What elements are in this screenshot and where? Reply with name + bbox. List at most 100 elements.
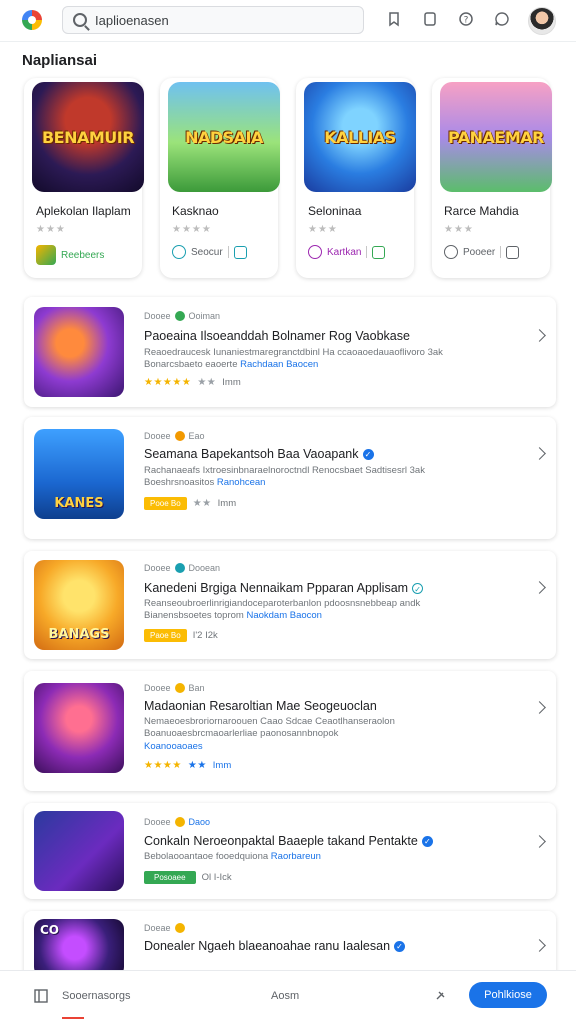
share-icon[interactable] [233,245,247,259]
chevron-right-icon[interactable] [533,447,546,460]
rating-stars: ★★★ [36,224,66,235]
meta-sub: Ban [188,683,205,693]
art-label: PANAEMAR [448,127,544,147]
tab-label: Sooernasorgs [62,990,131,1002]
app-artwork: BANAGS [34,560,124,650]
rating-stars: ★★★ [444,224,474,235]
rating-row: ★★★★★ ★★ Imm [144,377,241,388]
list-desc: Rachanaeafs Ixtroesinbnaraelnoroctndl Re… [144,465,425,476]
status-dot [174,683,185,693]
search-input[interactable] [95,12,345,28]
app-logo-icon[interactable] [22,10,42,30]
desc-link[interactable]: Rachdaan Baocen [240,359,318,370]
tab-browse[interactable]: Sooernasorgs [34,971,131,1021]
app-artwork [34,683,124,773]
avatar[interactable] [528,7,556,35]
featured-card[interactable]: KALLIAS Seloninaa ★★★ Kartkan [296,78,416,278]
chevron-right-icon[interactable] [533,939,546,952]
rating-stars: ★★★★★ [144,377,192,388]
svg-text:?: ? [464,16,469,26]
app-list-item[interactable]: KANES Dooee Eao Seamana Bapekantsoh Baa … [24,417,556,539]
bookmark-icon[interactable] [385,11,403,29]
art-label: KANES [54,496,104,511]
desc-link[interactable]: Naokdam Baocon [246,610,322,621]
art-label: CO [40,923,60,937]
app-list-item[interactable]: Dooee Daoo Conkaln Neroeonpaktal Baaeple… [24,803,556,899]
featured-title: Seloninaa [308,204,362,218]
desc-text: Bebolaooantaoe fooedquiona [144,851,269,862]
desc-link[interactable]: Ranohcean [217,477,266,488]
list-desc: Reaoedraucesk Iunaniestmaregranctdbinl H… [144,347,443,358]
share-icon[interactable] [372,245,386,259]
list-meta: Dooee Ban [144,683,205,693]
chevron-right-icon[interactable] [533,701,546,714]
app-list-item[interactable]: Dooee Ban Madaonian Resaroltian Mae Seog… [24,671,556,791]
rating-text: Imm [212,760,232,771]
divider [500,246,502,258]
primary-action-button[interactable]: Pohlkiose [469,982,547,1008]
book-icon [34,989,48,1003]
refresh-icon [444,245,458,259]
meta-label: Dooee [144,683,171,693]
list-meta: Dooee Dooean [144,563,220,573]
tab-center[interactable]: Aosm [271,971,299,1021]
status-dot [174,431,185,441]
list-title: Madaonian Resaroltian Mae Seogeuoclan [144,699,377,713]
chevron-right-icon[interactable] [533,581,546,594]
status-badge: Pooe Bo [144,497,187,510]
chevron-right-icon[interactable] [533,835,546,848]
featured-card[interactable]: BENAMUIR Aplekolan Ilaplam ★★★ Reebeers [24,78,144,278]
list-title: Kanedeni Brgiga Nennaikam Ppparan Applis… [144,581,424,595]
search-bar[interactable] [62,6,364,34]
chevron-right-icon[interactable] [533,329,546,342]
meta-label: Dooee [144,563,171,573]
desc-text: Bonarcsbaeto eaoerte [144,359,238,370]
meta-label: Dooee [144,311,171,321]
rating-text: Ol I-Ick [201,872,232,883]
app-artwork: KANES [34,429,124,519]
top-bar: ? [0,0,576,42]
rating-text: Imm [222,377,241,388]
status-dot [174,311,185,321]
list-desc: Reanseoubroerlinrigiandoceparoterbanlon … [144,598,421,609]
title-text: Conkaln Neroeonpaktal Baaeple takand Pen… [144,834,418,848]
status-dot [174,923,185,933]
app-list-item[interactable]: BANAGS Dooee Dooean Kanedeni Brgiga Nenn… [24,551,556,659]
refresh-icon [308,245,322,259]
featured-card[interactable]: PANAEMAR Rarce Mahdia ★★★ Pooeer [432,78,552,278]
desc-link[interactable]: Raorbareun [271,851,321,862]
search-icon [73,13,87,27]
verified-icon: ✓ [421,836,433,848]
meta-label: Pooeer [463,246,496,258]
featured-meta: Pooeer [444,245,520,259]
rating-stars: ★★★★ [144,760,182,771]
rating-text: I'2 I2k [192,630,218,641]
meta-label: Reebeers [61,249,105,261]
tab-label: Aosm [271,990,300,1002]
chat-icon[interactable] [493,11,511,29]
meta-sub: Ooiman [188,311,221,321]
featured-meta: Reebeers [36,245,104,265]
desc-link[interactable]: Koanooaoaes [144,741,203,752]
rating-row: Paoe Bo I'2 I2k [144,629,218,642]
app-artwork: KALLIAS [304,82,416,192]
share-icon[interactable] [506,245,520,259]
tablet-icon[interactable] [421,11,439,29]
rating-stars: ★★★ [308,224,338,235]
section-title: Napliansai [22,52,98,69]
featured-title: Kasknao [172,204,219,218]
list-title: Paoeaina Ilsoeanddah Bolnamer Rog Vaobka… [144,329,410,343]
meta-label: Dooee [144,431,171,441]
help-icon[interactable]: ? [457,11,475,29]
featured-card[interactable]: NADSAIA Kasknao ★★★★ Seocur [160,78,280,278]
meta-label: Dooee [144,817,171,827]
desc-text: Boanuoaesbrcmaoarlerliae paonosannbnopok [144,728,339,739]
featured-meta: Seocur [172,245,247,259]
rating-text: Imm [217,498,237,509]
art-label: BENAMUIR [41,127,135,147]
title-text: Donealer Ngaeh blaeanoahae ranu Iaalesan [144,939,391,953]
art-label: NADSAIA [185,127,263,147]
status-dot [174,817,185,827]
app-list-item[interactable]: Dooee Ooiman Paoeaina Ilsoeanddah Bolnam… [24,297,556,407]
pin-icon[interactable] [434,971,446,1021]
